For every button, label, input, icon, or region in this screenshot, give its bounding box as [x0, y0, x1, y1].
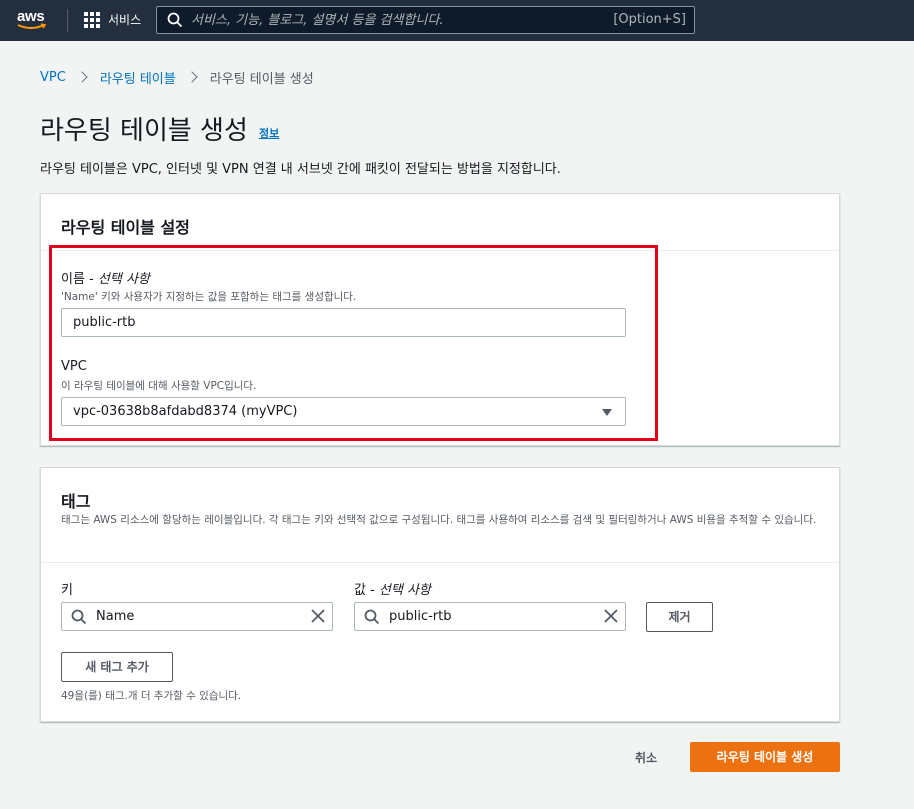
search-shortcut-hint: [Option+S] — [613, 12, 686, 27]
chevron-right-icon — [76, 71, 88, 83]
cancel-button[interactable]: 취소 — [635, 749, 657, 766]
global-search[interactable]: [Option+S] — [156, 6, 695, 34]
top-navigation: aws 서비스 [Option+S] — [0, 0, 914, 41]
nav-divider — [67, 9, 68, 32]
page-description: 라우팅 테이블은 VPC, 인터넷 및 VPN 연결 내 서브넷 간에 패킷이 … — [40, 162, 561, 177]
tag-value-label: 값 - 선택 사항 — [354, 579, 431, 598]
tags-description: 태그는 AWS 리소스에 할당하는 레이블입니다. 각 태그는 키와 선택적 값… — [61, 514, 817, 526]
breadcrumb-route-tables[interactable]: 라우팅 테이블 — [100, 68, 176, 87]
add-tag-button[interactable]: 새 태그 추가 — [61, 652, 173, 682]
create-route-table-button[interactable]: 라우팅 테이블 생성 — [690, 742, 840, 772]
info-link[interactable]: 정보 — [259, 125, 279, 141]
chevron-right-icon — [186, 71, 198, 83]
breadcrumb: VPC 라우팅 테이블 라우팅 테이블 생성 — [40, 68, 314, 87]
tag-key-value: Name — [96, 609, 135, 624]
breadcrumb-vpc[interactable]: VPC — [40, 70, 66, 85]
remove-tag-button[interactable]: 제거 — [646, 602, 713, 632]
tags-panel-title: 태그 — [61, 492, 91, 511]
search-icon — [71, 609, 87, 625]
aws-smile-icon — [17, 23, 47, 29]
clear-icon[interactable] — [603, 608, 619, 624]
services-grid-icon[interactable] — [84, 12, 100, 28]
remaining-tags-note: 49을(를) 태그.개 더 추가할 수 있습니다. — [61, 690, 242, 702]
tags-panel-header: 태그 태그는 AWS 리소스에 할당하는 레이블입니다. 각 태그는 키와 선택… — [41, 468, 839, 563]
breadcrumb-current: 라우팅 테이블 생성 — [209, 71, 314, 87]
settings-panel-title: 라우팅 테이블 설정 — [61, 218, 190, 237]
tags-panel: 태그 태그는 AWS 리소스에 할당하는 레이블입니다. 각 태그는 키와 선택… — [40, 467, 840, 722]
aws-logo[interactable]: aws — [17, 8, 49, 32]
tag-value-value: public-rtb — [389, 609, 452, 624]
page-title: 라우팅 테이블 생성 — [40, 116, 248, 146]
tag-key-label: 키 — [61, 583, 73, 598]
tag-key-input[interactable]: Name — [61, 602, 333, 631]
panel-header: 라우팅 테이블 설정 — [41, 194, 839, 251]
search-icon — [167, 12, 183, 28]
clear-icon[interactable] — [310, 608, 326, 624]
highlight-box — [49, 245, 658, 441]
search-icon — [364, 609, 380, 625]
tag-value-optional-text: 선택 사항 — [378, 583, 431, 598]
tag-value-label-text: 값 - — [354, 583, 379, 598]
tag-value-input[interactable]: public-rtb — [354, 602, 626, 631]
global-search-input[interactable] — [191, 10, 591, 30]
services-menu[interactable]: 서비스 — [108, 11, 141, 28]
